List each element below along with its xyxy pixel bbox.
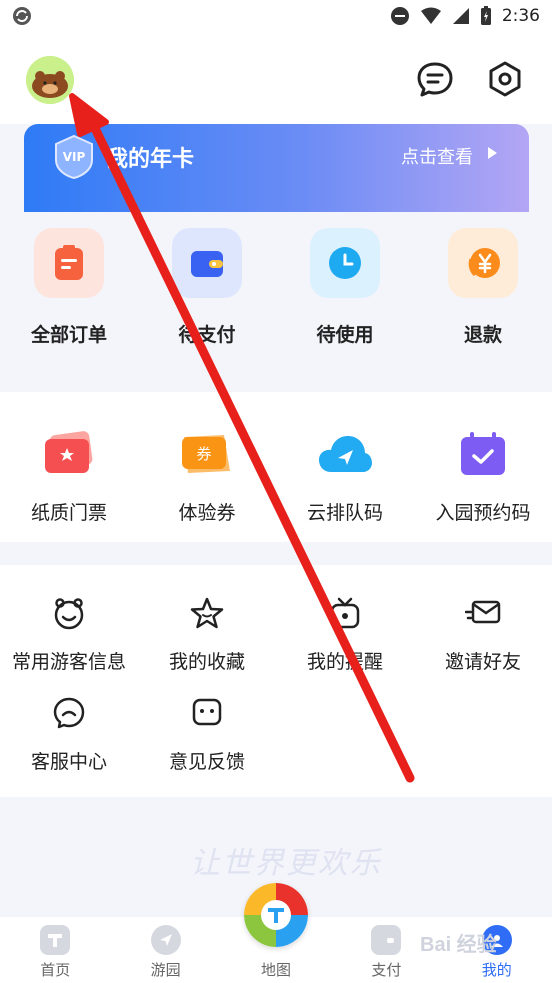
my-reminders[interactable]: 我的提醒 (276, 565, 414, 674)
invite-friends[interactable]: 邀请好友 (414, 565, 552, 674)
calendar-check-icon (453, 424, 513, 484)
order-grid: 全部订单 待支付 待使用 退款 (0, 212, 552, 347)
profile-header (0, 32, 552, 124)
service-grid-row1: 常用游客信息 我的收藏 我的提醒 邀请好友 (0, 565, 552, 674)
service-grid-row2: 客服中心 意见反馈 (0, 665, 552, 774)
status-time: 2:36 (501, 6, 540, 26)
ticket-label: 云排队码 (306, 503, 383, 524)
cloud-queue-icon (315, 424, 375, 484)
order-to-use[interactable]: 待使用 (276, 212, 414, 347)
park-reservation-code[interactable]: 入园预约码 (414, 392, 552, 525)
order-list-icon (34, 228, 104, 298)
chevron-right-icon (488, 147, 497, 159)
voucher-text: 券 (196, 445, 211, 463)
order-section: 全部订单 待支付 待使用 退款 (0, 212, 552, 392)
vip-badge-icon: VIP (55, 134, 93, 180)
vip-view-link[interactable]: 点击查看 (401, 143, 473, 169)
paper-ticket-icon (39, 424, 99, 484)
service-label: 客服中心 (30, 752, 107, 773)
paper-ticket[interactable]: 纸质门票 (0, 392, 138, 525)
tab-label: 支付 (371, 962, 402, 979)
clock-icon (310, 228, 380, 298)
experience-voucher[interactable]: 券 体验券 (138, 392, 276, 525)
wallet-icon (371, 925, 402, 955)
bear-avatar-icon (26, 56, 74, 104)
ticket-label: 体验券 (178, 503, 236, 524)
battery-icon (480, 6, 491, 25)
customer-service[interactable]: 客服中心 (0, 665, 138, 774)
chat-support-icon (49, 693, 89, 733)
star-icon (187, 593, 227, 633)
annual-card-banner[interactable]: VIP 我的年卡 点击查看 (24, 124, 529, 212)
visitor-info-icon (49, 593, 89, 633)
tab-label: 我的 (481, 962, 512, 979)
status-bar: 2:36 (0, 0, 552, 32)
tab-park[interactable]: 游园 (110, 917, 220, 983)
order-label: 退款 (463, 325, 502, 346)
tab-label: 地图 (260, 962, 291, 979)
slogan-text: 让世界更欢乐 (190, 846, 382, 881)
feedback-icon (187, 693, 227, 733)
ticket-section: 纸质门票 券 体验券 云排队码 入园预约码 (0, 392, 552, 542)
signal-icon (452, 8, 469, 24)
sync-icon (13, 7, 31, 25)
vip-title: 我的年卡 (106, 146, 195, 171)
yuan-coin-icon (448, 228, 518, 298)
wallet-icon (172, 228, 242, 298)
map-pin-icon (244, 883, 308, 947)
ticket-grid: 纸质门票 券 体验券 云排队码 入园预约码 (0, 392, 552, 525)
tv-reminder-icon (325, 593, 365, 633)
ticket-label: 入园预约码 (435, 503, 531, 524)
wifi-icon (420, 7, 441, 24)
map-fab-button[interactable] (244, 883, 308, 947)
cloud-queue-code[interactable]: 云排队码 (276, 392, 414, 525)
order-refund[interactable]: 退款 (414, 212, 552, 347)
message-icon[interactable] (416, 60, 454, 98)
avatar[interactable] (26, 56, 74, 104)
vip-card-wrapper: VIP 我的年卡 点击查看 (0, 124, 552, 214)
order-label: 待使用 (316, 325, 374, 346)
order-label: 全部订单 (30, 325, 107, 346)
order-all[interactable]: 全部订单 (0, 212, 138, 347)
vip-badge-text: VIP (63, 150, 86, 164)
tab-label: 首页 (40, 962, 71, 979)
ticket-label: 纸质门票 (30, 503, 107, 524)
home-icon (40, 925, 71, 955)
order-label: 待支付 (178, 325, 236, 346)
tab-home[interactable]: 首页 (0, 917, 110, 983)
service-label: 意见反馈 (168, 752, 245, 773)
invite-mail-icon (463, 593, 503, 633)
voucher-icon: 券 (177, 424, 237, 484)
navigate-icon (150, 925, 181, 955)
tab-label: 游园 (150, 962, 181, 979)
baidu-watermark: Bai 经验 (420, 934, 497, 956)
settings-icon[interactable] (486, 60, 524, 98)
service-section: 常用游客信息 我的收藏 我的提醒 邀请好友 客服中心 意见反馈 (0, 565, 552, 797)
order-pending-payment[interactable]: 待支付 (138, 212, 276, 347)
feedback[interactable]: 意见反馈 (138, 665, 276, 774)
my-favorites[interactable]: 我的收藏 (138, 565, 276, 674)
visitor-info[interactable]: 常用游客信息 (0, 565, 138, 674)
dnd-icon (390, 7, 409, 25)
